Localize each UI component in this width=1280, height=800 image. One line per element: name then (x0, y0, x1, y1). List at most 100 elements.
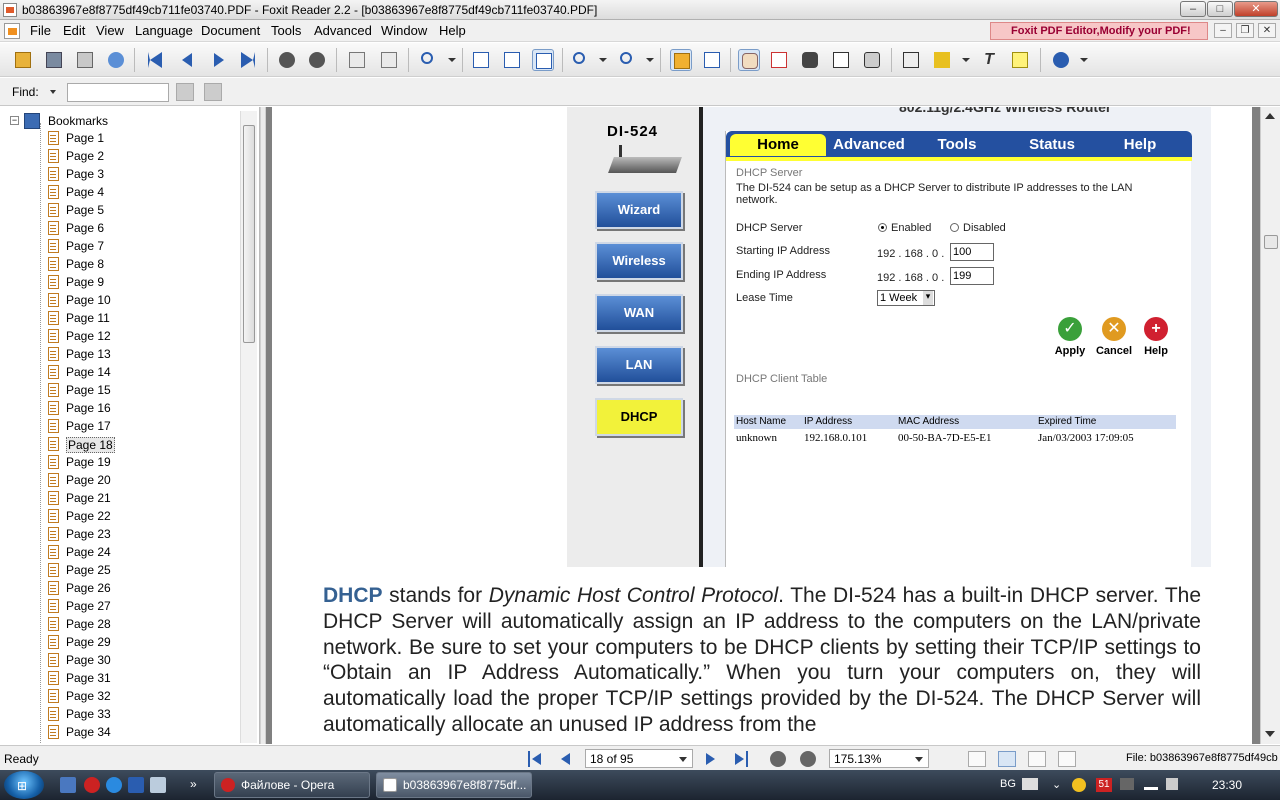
word-icon[interactable] (128, 777, 144, 793)
document-icon[interactable] (4, 23, 20, 39)
select-text-icon[interactable] (768, 49, 790, 71)
hand-tool-icon[interactable] (738, 49, 760, 71)
scroll-down-icon[interactable] (1265, 731, 1275, 737)
previous-page-icon[interactable] (176, 49, 198, 71)
start-button[interactable]: ⊞ (4, 771, 44, 799)
open-icon[interactable] (12, 49, 34, 71)
first-page-icon[interactable] (145, 49, 167, 71)
quick-launch-more-icon[interactable]: » (190, 777, 206, 793)
mdi-close-button[interactable]: ✕ (1258, 23, 1276, 38)
notification-icon[interactable] (1072, 778, 1086, 792)
status-last-page-icon[interactable] (732, 751, 748, 767)
text-select-icon[interactable] (830, 49, 852, 71)
menu-file[interactable]: File (30, 23, 51, 38)
mdi-restore-button[interactable]: ❐ (1236, 23, 1254, 38)
status-forward-icon[interactable] (800, 751, 816, 767)
maximize-button[interactable]: □ (1207, 1, 1233, 17)
snapshot-icon[interactable] (861, 49, 883, 71)
continuous-view-icon[interactable] (998, 751, 1016, 767)
router-screenshot: DI-524 Wizard Wireless WAN LAN DHCP 802.… (567, 107, 1211, 567)
taskbar: ⊞ » Файлове - Opera b03863967e8f8775df..… (0, 770, 1280, 800)
back-icon[interactable] (276, 49, 298, 71)
zoom-field[interactable]: 175.13% (829, 749, 929, 768)
taskbar-foxit[interactable]: b03863967e8f8775df... (376, 772, 532, 798)
menu-window[interactable]: Window (381, 23, 427, 38)
continuous-facing-view-icon[interactable] (1058, 751, 1076, 767)
note-icon[interactable] (1009, 49, 1031, 71)
text-tool-icon[interactable]: T (978, 49, 1000, 71)
document-scroll-thumb[interactable] (1264, 235, 1278, 249)
network-icon[interactable] (1144, 778, 1158, 790)
status-first-page-icon[interactable] (528, 751, 544, 767)
bookmark-page-label: Page 13 (66, 347, 111, 361)
menu-help[interactable]: Help (439, 23, 466, 38)
status-back-icon[interactable] (770, 751, 786, 767)
menu-edit[interactable]: Edit (63, 23, 85, 38)
rotate-left-icon[interactable] (346, 49, 368, 71)
continuous-icon[interactable] (701, 49, 723, 71)
explorer-icon[interactable] (150, 777, 166, 793)
editor-ad-banner[interactable]: Foxit PDF Editor,Modify your PDF! (990, 22, 1208, 40)
internet-explorer-icon[interactable] (106, 777, 122, 793)
status-previous-page-icon[interactable] (558, 751, 574, 767)
taskbar-opera-label: Файлове - Opera (241, 778, 335, 792)
highlight-icon[interactable] (931, 49, 953, 71)
tray-badge[interactable]: 51 (1096, 778, 1112, 792)
taskbar-opera[interactable]: Файлове - Opera (214, 772, 370, 798)
tab-home: Home (730, 134, 826, 156)
print-icon[interactable] (74, 49, 96, 71)
single-page-icon[interactable] (670, 49, 692, 71)
status-next-page-icon[interactable] (702, 751, 718, 767)
find-options-chevron-icon[interactable] (50, 90, 56, 94)
info-icon[interactable] (1050, 49, 1072, 71)
save-icon[interactable] (43, 49, 65, 71)
menu-view[interactable]: View (96, 23, 124, 38)
find-next-icon[interactable] (204, 83, 222, 101)
menu-advanced[interactable]: Advanced (314, 23, 372, 38)
zoom-out-icon[interactable] (570, 49, 592, 71)
last-page-icon[interactable] (238, 49, 260, 71)
bookmarks-scrollbar[interactable] (240, 111, 257, 743)
rotate-right-icon[interactable] (378, 49, 400, 71)
bookmarks-scroll-thumb[interactable] (243, 125, 255, 343)
ending-ip-label: Ending IP Address (736, 269, 827, 281)
tray-more-icon[interactable]: ⌄ (1052, 778, 1061, 791)
menu-document[interactable]: Document (201, 23, 260, 38)
tab-status: Status (1029, 136, 1075, 153)
minimize-button[interactable]: – (1180, 1, 1206, 17)
keyboard-icon[interactable] (1022, 778, 1038, 790)
tree-line (40, 123, 41, 743)
single-page-view-icon[interactable] (968, 751, 986, 767)
opera-icon[interactable] (84, 777, 100, 793)
cell-mac-address: 00-50-BA-7D-E5-E1 (898, 432, 992, 444)
find-icon[interactable] (799, 49, 821, 71)
volume-icon[interactable] (1166, 778, 1178, 790)
router-left-nav: DI-524 Wizard Wireless WAN LAN DHCP (567, 107, 703, 567)
zoom-in-small-icon[interactable] (617, 49, 639, 71)
facing-view-icon[interactable] (1028, 751, 1046, 767)
forward-icon[interactable] (306, 49, 328, 71)
menu-language[interactable]: Language (135, 23, 193, 38)
page-number-field[interactable]: 18 of 95 (585, 749, 693, 768)
find-previous-icon[interactable] (176, 83, 194, 101)
show-desktop-icon[interactable] (60, 777, 76, 793)
find-input[interactable] (67, 83, 169, 102)
next-page-icon[interactable] (207, 49, 229, 71)
web-icon[interactable] (105, 49, 127, 71)
mdi-minimize-button[interactable]: – (1214, 23, 1232, 38)
actual-size-icon[interactable] (470, 49, 492, 71)
close-button[interactable]: ✕ (1234, 1, 1278, 17)
tray-app-icon[interactable] (1120, 778, 1134, 790)
scroll-up-icon[interactable] (1265, 113, 1275, 119)
bookmark-page-label: Page 8 (66, 257, 105, 271)
page-icon (48, 401, 59, 415)
menu-tools[interactable]: Tools (271, 23, 301, 38)
zoom-in-icon[interactable] (418, 49, 440, 71)
fit-page-icon[interactable] (501, 49, 523, 71)
fit-width-icon[interactable] (532, 49, 554, 71)
clock[interactable]: 23:30 (1212, 778, 1242, 792)
language-indicator[interactable]: BG (1000, 778, 1016, 790)
document-scrollbar[interactable] (1260, 107, 1280, 744)
collapse-icon[interactable]: − (10, 116, 19, 125)
typewriter-icon[interactable] (900, 49, 922, 71)
